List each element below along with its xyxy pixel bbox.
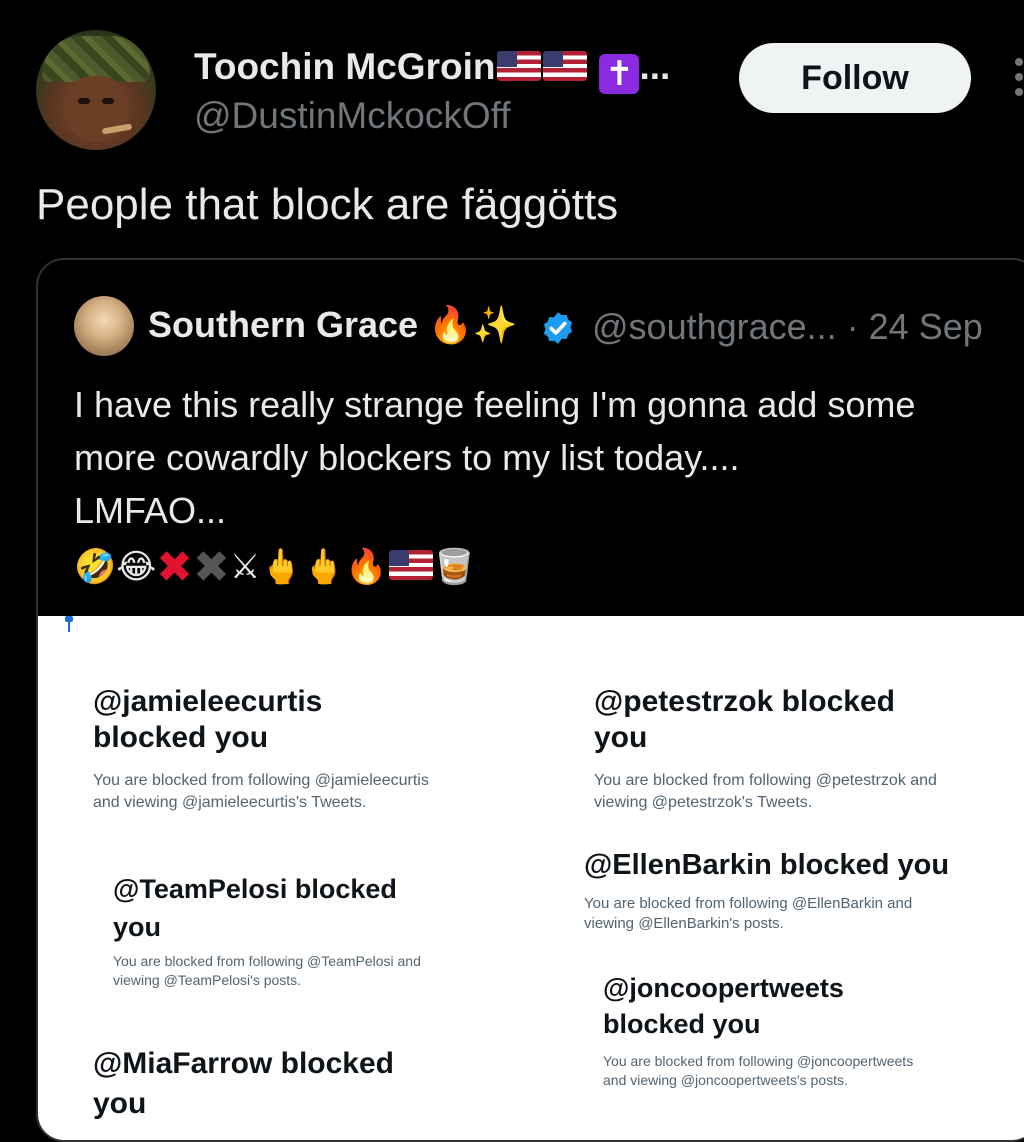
- more-options-icon[interactable]: [1015, 58, 1024, 102]
- blocked-card-title: @jamieleecurtis: [93, 685, 323, 718]
- avatar-face: [64, 76, 128, 142]
- author-username[interactable]: @DustinMckockOff: [194, 95, 511, 137]
- blocked-card-title: @TeamPelosi blocked: [113, 874, 397, 904]
- quoted-text-line: I have this really strange feeling I'm g…: [74, 384, 916, 425]
- display-name-text: Toochin McGroin: [194, 46, 496, 87]
- us-flag-icon: [497, 51, 542, 81]
- tweet-text: People that block are fäggötts: [36, 180, 619, 229]
- quoted-name-text: Southern Grace: [148, 304, 419, 345]
- blocked-card: @joncoopertweets blocked you You are blo…: [603, 970, 913, 1090]
- blocked-card-desc: You are blocked from following @petestrz…: [594, 772, 937, 789]
- us-flag-icon: [389, 550, 434, 580]
- follow-button[interactable]: Follow: [739, 43, 971, 113]
- blocked-card-desc: You are blocked from following @jamielee…: [93, 772, 429, 789]
- blocked-card-desc: viewing @EllenBarkin's posts.: [584, 915, 784, 932]
- avatar-eye: [78, 98, 90, 104]
- quoted-media-image[interactable]: @jamieleecurtis blocked you You are bloc…: [38, 616, 1024, 1140]
- swords-finger-fire-icon: ⚔🖕🖕🔥: [229, 548, 388, 586]
- quoted-tweet-text: I have this really strange feeling I'm g…: [74, 378, 1024, 537]
- blocked-card-desc: and viewing @joncoopertweets's posts.: [603, 1072, 848, 1088]
- blocked-card: @EllenBarkin blocked you You are blocked…: [584, 848, 949, 934]
- blocked-card-title: @petestrzok blocked: [594, 685, 895, 718]
- blocked-card-title: blocked you: [93, 721, 269, 754]
- blocked-card-title: you: [113, 912, 162, 942]
- quoted-handle-date: @southgrace... · 24 Sep: [592, 306, 983, 347]
- avatar-eye: [102, 98, 114, 104]
- blocked-card: @MiaFarrow blocked you: [93, 1044, 394, 1124]
- quoted-author-avatar[interactable]: [74, 296, 134, 356]
- blocked-card-title: @EllenBarkin blocked you: [584, 849, 950, 881]
- blocked-card-desc: You are blocked from following @joncoope…: [603, 1053, 914, 1069]
- quoted-tweet[interactable]: Southern Grace 🔥✨ @southgrace... · 24 Se…: [36, 258, 1024, 1142]
- us-flag-icon: [543, 51, 588, 81]
- author-avatar[interactable]: [36, 30, 156, 150]
- blocked-card-desc: viewing @petestrzok's Tweets.: [594, 794, 813, 811]
- emoji-row: 🤣😂✖✖⚔🖕🖕🔥 🥃: [74, 542, 476, 592]
- laughing-emoji-icon: 🤣😂: [74, 548, 157, 586]
- blocked-card: @petestrzok blocked you You are blocked …: [594, 684, 937, 814]
- quoted-text-line: more cowardly blockers to my list today.…: [74, 437, 740, 478]
- blocked-card-title: you: [594, 721, 648, 754]
- latin-cross-icon: ✝: [599, 54, 640, 94]
- blocked-card-title: @joncoopertweets: [603, 973, 844, 1003]
- author-display-name[interactable]: Toochin McGroin ✝...: [194, 46, 670, 94]
- blocked-card: @TeamPelosi blocked you You are blocked …: [113, 870, 421, 990]
- quoted-text-line: LMFAO...: [74, 490, 227, 531]
- blocked-card-title: you: [93, 1087, 147, 1120]
- blocked-card-desc: You are blocked from following @TeamPelo…: [113, 953, 421, 969]
- fire-sparkles-icon: 🔥✨: [428, 304, 518, 345]
- blocked-card-title: @MiaFarrow blocked: [93, 1047, 394, 1080]
- gray-x-icon: ✖: [192, 543, 230, 592]
- blocked-card: @jamieleecurtis blocked you You are bloc…: [93, 684, 429, 814]
- blocked-card-desc: viewing @TeamPelosi's posts.: [113, 972, 302, 988]
- verified-badge-icon: [543, 312, 573, 344]
- blocked-card-title: blocked you: [603, 1009, 761, 1039]
- blocked-card-desc: and viewing @jamieleecurtis's Tweets.: [93, 794, 367, 811]
- quoted-author-name[interactable]: Southern Grace 🔥✨: [148, 304, 518, 346]
- name-truncation: ...: [639, 46, 671, 87]
- whiskey-glass-icon: 🥃: [433, 548, 476, 586]
- blocked-card-desc: You are blocked from following @EllenBar…: [584, 895, 913, 912]
- red-x-icon: ✖: [156, 543, 193, 592]
- media-pin-marker: [65, 616, 73, 632]
